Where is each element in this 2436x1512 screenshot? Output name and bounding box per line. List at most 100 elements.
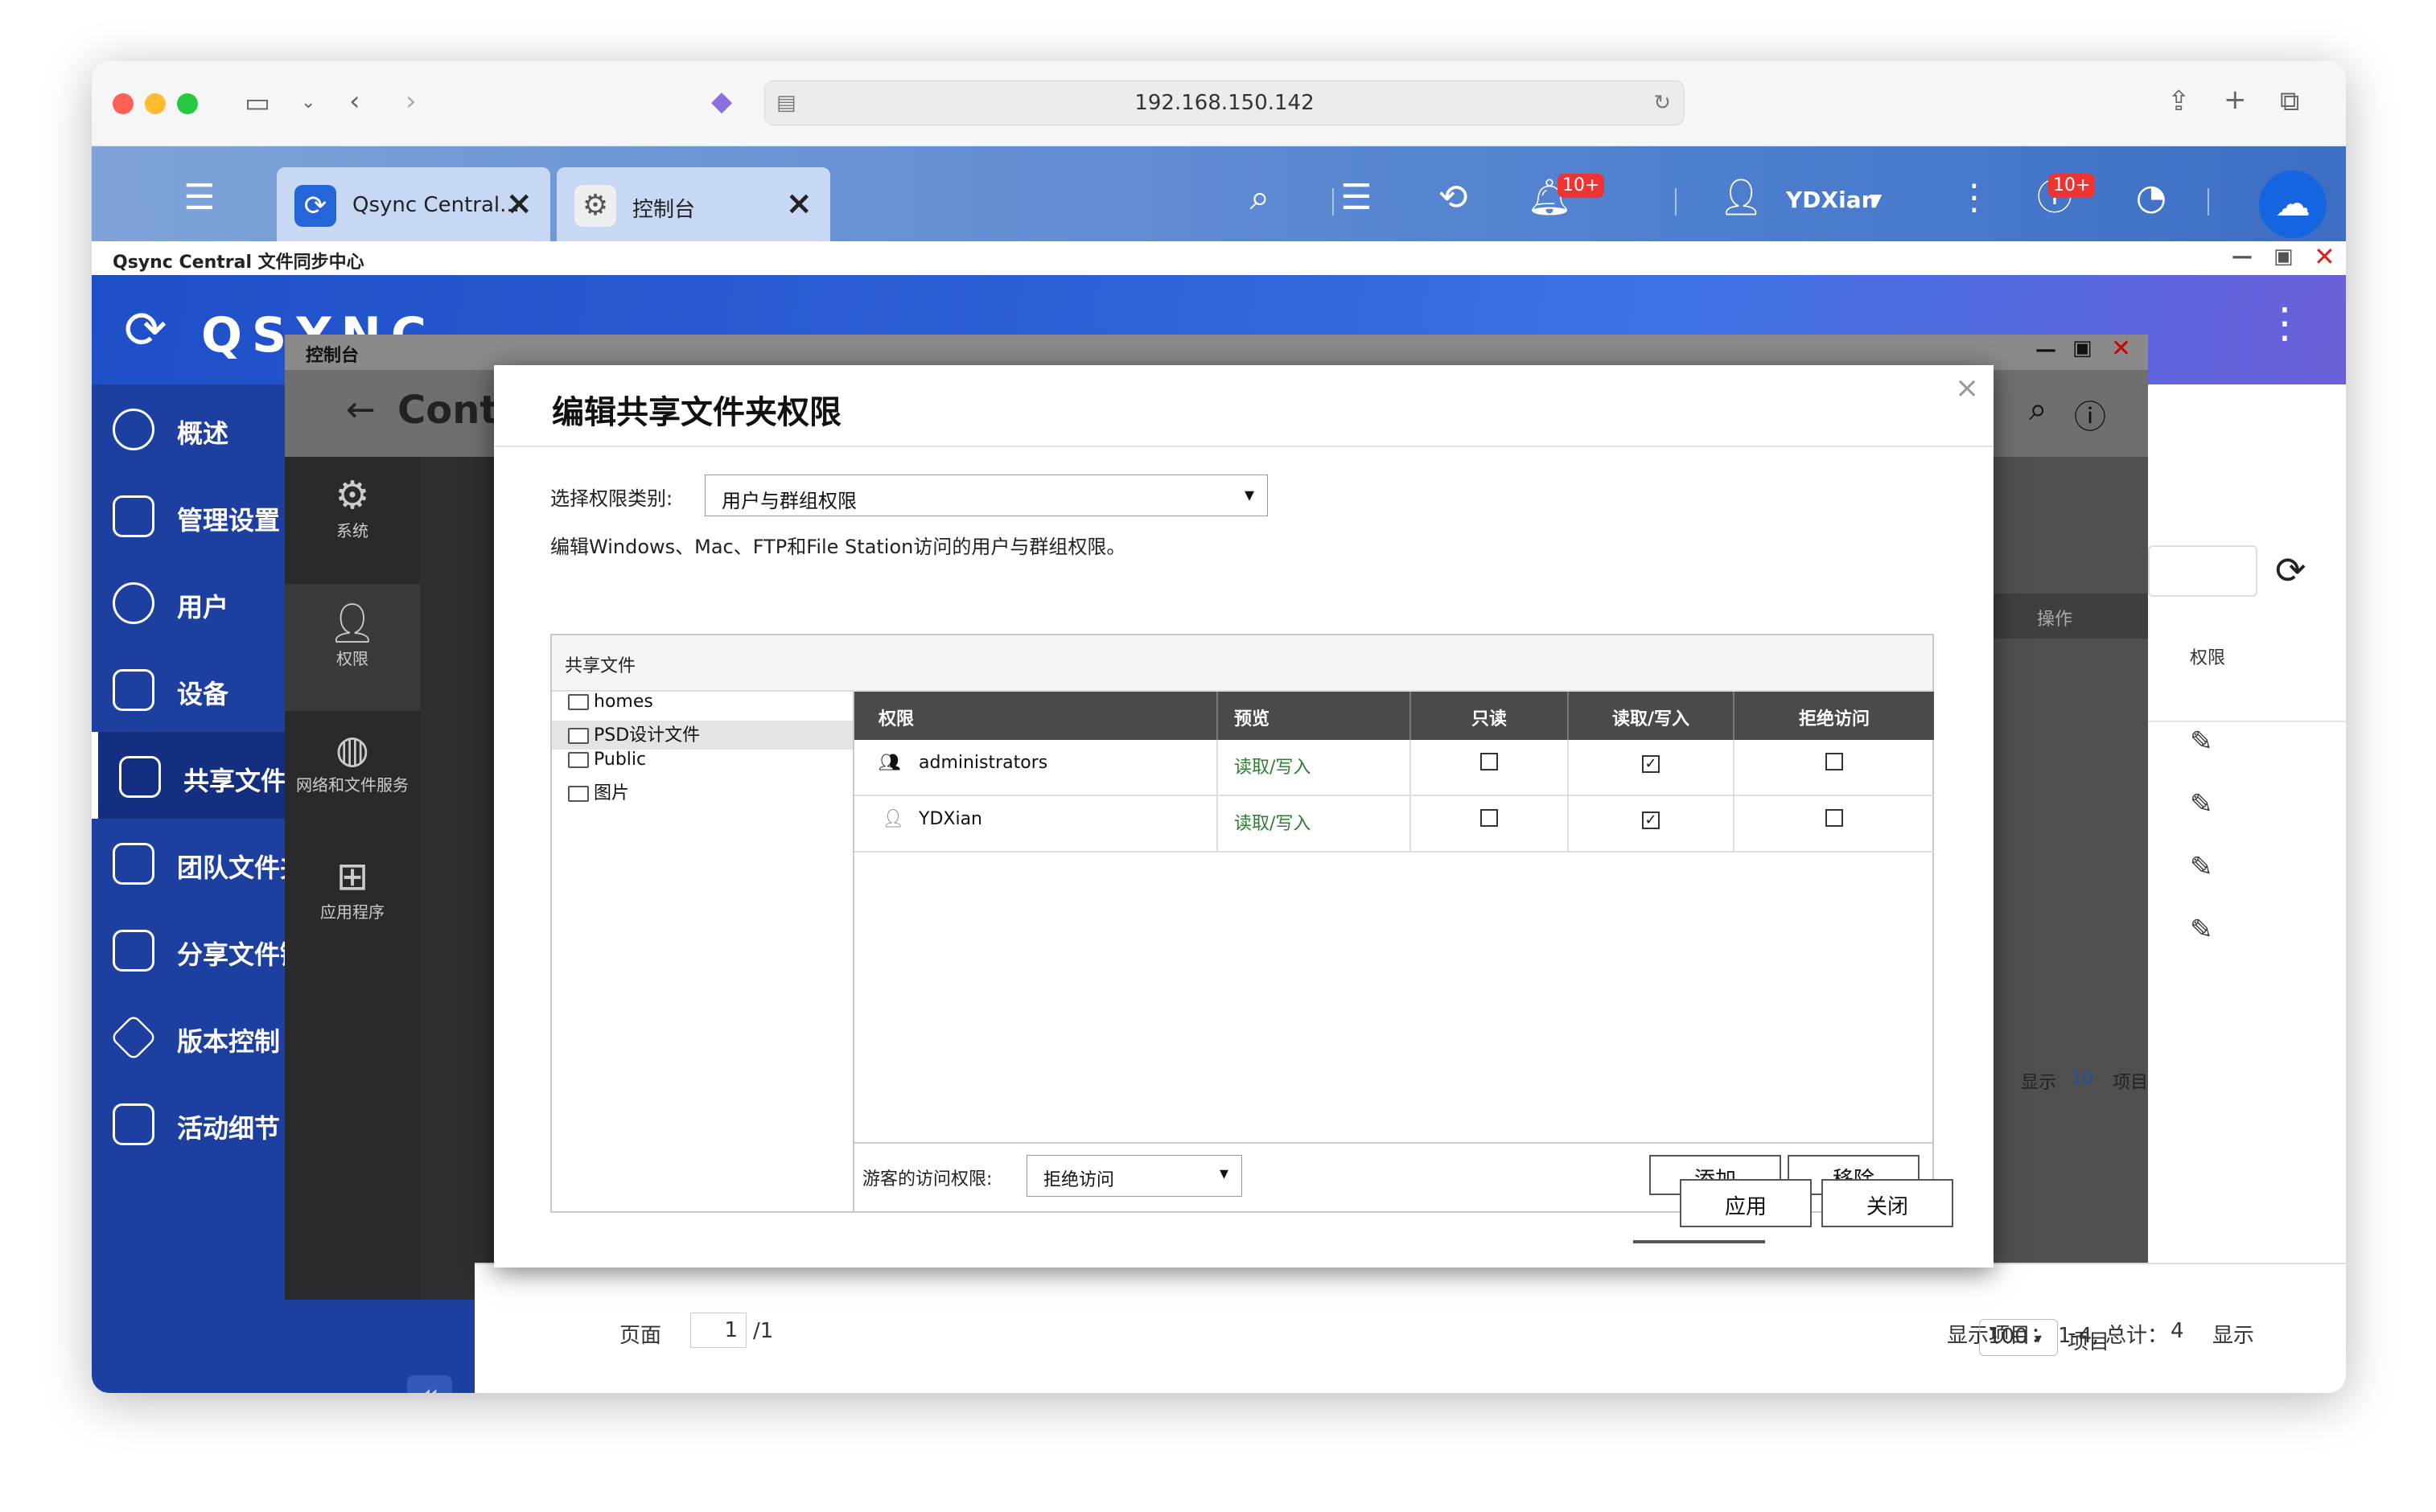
- more-icon[interactable]: ⋮: [2264, 299, 2306, 347]
- forward-icon[interactable]: ›: [405, 85, 417, 117]
- cp-title: 控制台: [306, 346, 360, 366]
- qsync-logo-icon: ⟳: [124, 301, 167, 360]
- more-icon[interactable]: ⋮: [1950, 174, 1998, 222]
- column-header-action: 操作: [1981, 594, 2148, 639]
- close-window-button[interactable]: [113, 93, 134, 114]
- address-bar[interactable]: ▤ 192.168.150.142 ↻: [764, 80, 1685, 125]
- search-icon[interactable]: ⌕: [1236, 174, 1284, 222]
- node-label: Public: [594, 750, 647, 770]
- caret-down-icon: ▾: [1219, 1164, 1228, 1184]
- edit-icon[interactable]: ✎: [2190, 914, 2213, 946]
- read-only-checkbox[interactable]: [1480, 809, 1498, 827]
- sidebar-toggle-icon[interactable]: ▭: [245, 87, 270, 119]
- speedometer-icon[interactable]: ◔: [2127, 174, 2175, 222]
- items-label: 项目: [2113, 1073, 2149, 1093]
- tab-overview-icon[interactable]: ⧉: [2280, 85, 2299, 117]
- read-write-checkbox[interactable]: ✓: [1642, 811, 1660, 829]
- cp-cat-network[interactable]: ◍ 网络和文件服务: [285, 711, 420, 838]
- search-input[interactable]: [2148, 545, 2257, 597]
- page-input[interactable]: 1: [690, 1313, 747, 1348]
- share-icon[interactable]: ⇪: [2167, 85, 2191, 117]
- tree-node-psd[interactable]: PSD设计文件: [552, 721, 853, 750]
- minimize-icon[interactable]: —: [2035, 338, 2056, 362]
- select-value: 拒绝访问: [1043, 1170, 1115, 1190]
- column-deny: 拒绝访问: [1733, 692, 1934, 740]
- minimize-window-button[interactable]: [145, 93, 166, 114]
- gear-icon: ⚙: [335, 473, 370, 518]
- cloud-icon[interactable]: ☁: [2259, 171, 2327, 238]
- folder-icon: [568, 694, 589, 710]
- zoom-window-button[interactable]: [177, 93, 198, 114]
- menu-icon[interactable]: ☰: [175, 174, 224, 222]
- close-icon[interactable]: ×: [505, 185, 533, 222]
- user-icon: 👤︎: [327, 601, 377, 646]
- back-icon[interactable]: ‹: [349, 85, 360, 117]
- extension-icon[interactable]: ◆: [711, 85, 732, 117]
- collapse-sidebar-button[interactable]: «: [407, 1375, 452, 1393]
- read-write-checkbox[interactable]: ✓: [1642, 755, 1660, 773]
- show-count[interactable]: 10: [2071, 1068, 2093, 1088]
- new-tab-icon[interactable]: +: [2224, 84, 2247, 116]
- guest-access-select[interactable]: 拒绝访问 ▾: [1027, 1155, 1242, 1197]
- cat-label: 系统: [336, 521, 368, 540]
- panel-header: 共享文件: [552, 635, 1932, 692]
- cat-label: 应用程序: [320, 902, 385, 922]
- qts-taskbar: ☰ ⟳ Qsync Central... × ⚙ 控制台 × ⌕ ☰ ⟲ 🔔︎ …: [92, 146, 2346, 241]
- per-page-select[interactable]: 100 ▾: [1979, 1319, 2058, 1356]
- folder-icon: [568, 752, 589, 768]
- edit-icon[interactable]: ✎: [2190, 788, 2213, 820]
- row-divider: [2148, 721, 2346, 722]
- tab-label: 控制台: [632, 198, 696, 222]
- user-icon[interactable]: 👤︎: [1717, 174, 1765, 222]
- column-read-only: 只读: [1409, 692, 1567, 740]
- globe-icon: ◍: [335, 727, 369, 772]
- guest-label: 游客的访问权限:: [862, 1169, 993, 1189]
- close-icon[interactable]: ✕: [2111, 335, 2131, 363]
- caret-down-icon[interactable]: ▼: [1870, 190, 1882, 209]
- cp-cat-privilege[interactable]: 👤︎ 权限: [285, 584, 420, 711]
- back-arrow-icon[interactable]: ←: [346, 389, 376, 430]
- close-icon[interactable]: ×: [1955, 372, 1979, 405]
- column-preview: 预览: [1216, 692, 1409, 740]
- page-label: 页面: [619, 1324, 662, 1348]
- sync-icon[interactable]: ⟲: [1429, 174, 1477, 222]
- cp-cat-apps[interactable]: ⊞ 应用程序: [285, 838, 420, 965]
- tab-qsync[interactable]: ⟳ Qsync Central... ×: [277, 167, 550, 241]
- maximize-icon[interactable]: ▣: [2072, 336, 2092, 360]
- edit-icon[interactable]: ✎: [2190, 725, 2213, 758]
- search-icon[interactable]: ⌕: [2029, 391, 2047, 428]
- close-button[interactable]: 关闭: [1821, 1179, 1953, 1227]
- row-name: administrators: [919, 753, 1048, 773]
- refresh-icon[interactable]: ⟳: [2275, 549, 2306, 592]
- folder-icon: [568, 786, 589, 802]
- cp-cat-system[interactable]: ⚙ 系统: [285, 457, 420, 584]
- tree-node-public[interactable]: Public: [568, 750, 646, 779]
- close-icon[interactable]: ✕: [2314, 241, 2335, 272]
- apply-button[interactable]: 应用: [1680, 1179, 1812, 1227]
- row-name: YDXian: [919, 809, 982, 829]
- tree-node-pictures[interactable]: 图片: [568, 779, 629, 807]
- tab-controlpanel[interactable]: ⚙ 控制台 ×: [557, 167, 830, 241]
- read-only-checkbox[interactable]: [1480, 753, 1498, 770]
- tab-label: Qsync Central...: [352, 193, 520, 217]
- permission-category-select[interactable]: 用户与群组权限 ▾: [705, 475, 1268, 516]
- close-icon[interactable]: ×: [785, 185, 813, 222]
- help-icon[interactable]: ⓘ: [2074, 391, 2106, 438]
- table-row[interactable]: 👤︎ YDXian 读取/写入 ✓: [854, 796, 1934, 853]
- folder-tree: homes PSD设计文件 Public 图片: [552, 692, 853, 1211]
- reload-icon[interactable]: ↻: [1653, 81, 1671, 125]
- task-stack-icon[interactable]: ☰: [1332, 174, 1381, 222]
- edit-icon[interactable]: ✎: [2190, 851, 2213, 883]
- column-read-write: 读取/写入: [1567, 692, 1733, 740]
- maximize-icon[interactable]: ▣: [2273, 244, 2294, 269]
- deny-checkbox[interactable]: [1825, 753, 1843, 770]
- chevron-down-icon[interactable]: ⌄: [301, 87, 315, 119]
- user-name[interactable]: YDXian: [1786, 187, 1878, 213]
- deny-checkbox[interactable]: [1825, 809, 1843, 827]
- grid-header: 权限 预览 只读 读取/写入 拒绝访问: [854, 692, 1934, 740]
- user-icon: 👤︎: [882, 809, 904, 829]
- app-title: Qsync Central 文件同步中心: [113, 253, 364, 273]
- minimize-icon[interactable]: —: [2232, 244, 2253, 269]
- tree-node-homes[interactable]: homes: [568, 692, 653, 721]
- table-row[interactable]: 👥︎ administrators 读取/写入 ✓: [854, 740, 1934, 796]
